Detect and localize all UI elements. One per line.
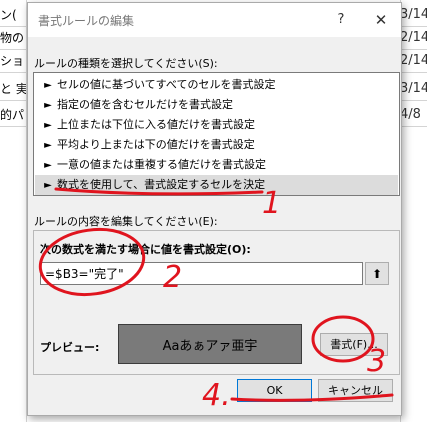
rule-type-item-selected[interactable]: ► 数式を使用して、書式設定するセルを決定: [35, 175, 398, 195]
sheet-cell: 2/14: [400, 50, 427, 73]
rule-type-item[interactable]: ► 平均より上または下の値だけを書式設定: [35, 135, 398, 155]
arrow-icon: ►: [44, 100, 52, 111]
formula-label: 次の数式を満たす場合に値を書式設定(O):: [40, 243, 251, 256]
rule-type-label: セルの値に基づいてすべてのセルを書式設定: [57, 78, 276, 91]
rule-type-label: 平均より上または下の値だけを書式設定: [57, 138, 255, 151]
format-preview: Aaあぁアァ亜宇: [118, 324, 302, 364]
annotation-number: 3: [367, 344, 387, 379]
formula-input[interactable]: =$B3="完了": [40, 262, 363, 285]
sheet-cell: と 実: [0, 78, 26, 101]
dialog-title: 書式ルールの編集: [38, 14, 135, 28]
sheet-cell: ン(: [0, 4, 26, 27]
close-button[interactable]: ✕: [368, 9, 394, 31]
rule-type-item[interactable]: ► 上位または下位に入る値だけを書式設定: [35, 115, 398, 135]
sheet-cell: 2/14: [400, 27, 427, 50]
annotation-number: 1: [262, 186, 282, 221]
rule-type-item[interactable]: ► 一意の値または重複する値だけを書式設定: [35, 155, 398, 175]
sheet-cell: ショ: [0, 50, 26, 73]
sheet-cell: 4/8: [400, 104, 427, 127]
help-button[interactable]: ?: [328, 9, 354, 31]
annotation-number: 4.: [202, 378, 231, 413]
rule-type-list[interactable]: ► セルの値に基づいてすべてのセルを書式設定 ► 指定の値を含むセルだけを書式設定 …: [33, 72, 400, 196]
collapse-dialog-button[interactable]: ⬆: [365, 262, 389, 285]
cancel-button[interactable]: キャンセル: [318, 379, 393, 402]
arrow-icon: ►: [44, 180, 52, 191]
preview-text: Aaあぁアァ亜宇: [162, 338, 258, 354]
arrow-icon: ►: [44, 80, 52, 91]
sheet-cell: 的パ: [0, 104, 26, 127]
sheet-cell: 3/14: [400, 4, 427, 27]
rule-type-label: 一意の値または重複する値だけを書式設定: [57, 158, 266, 171]
title-bar[interactable]: 書式ルールの編集 ? ✕: [28, 3, 401, 37]
rule-type-item[interactable]: ► 指定の値を含むセルだけを書式設定: [35, 95, 398, 115]
arrow-icon: ►: [44, 120, 52, 131]
ok-button[interactable]: OK: [237, 379, 312, 402]
rule-type-label: 上位または下位に入る値だけを書式設定: [57, 118, 255, 131]
sheet-cell: 3/14: [400, 78, 427, 101]
arrow-icon: ►: [44, 140, 52, 151]
rule-type-label: 数式を使用して、書式設定するセルを決定: [57, 178, 266, 191]
arrow-icon: ►: [44, 160, 52, 171]
sheet-cell: 物の: [0, 27, 26, 50]
rule-type-label: 指定の値を含むセルだけを書式設定: [57, 98, 233, 111]
rule-type-label: ルールの種類を選択してください(S):: [34, 57, 218, 70]
annotation-number: 2: [163, 260, 183, 295]
preview-label: プレビュー:: [40, 341, 100, 354]
rule-type-item[interactable]: ► セルの値に基づいてすべてのセルを書式設定: [35, 75, 398, 95]
edit-format-rule-dialog: 書式ルールの編集 ? ✕ ルールの種類を選択してください(S): ► セルの値に基…: [27, 2, 402, 416]
edit-rule-label: ルールの内容を編集してください(E):: [34, 215, 218, 228]
